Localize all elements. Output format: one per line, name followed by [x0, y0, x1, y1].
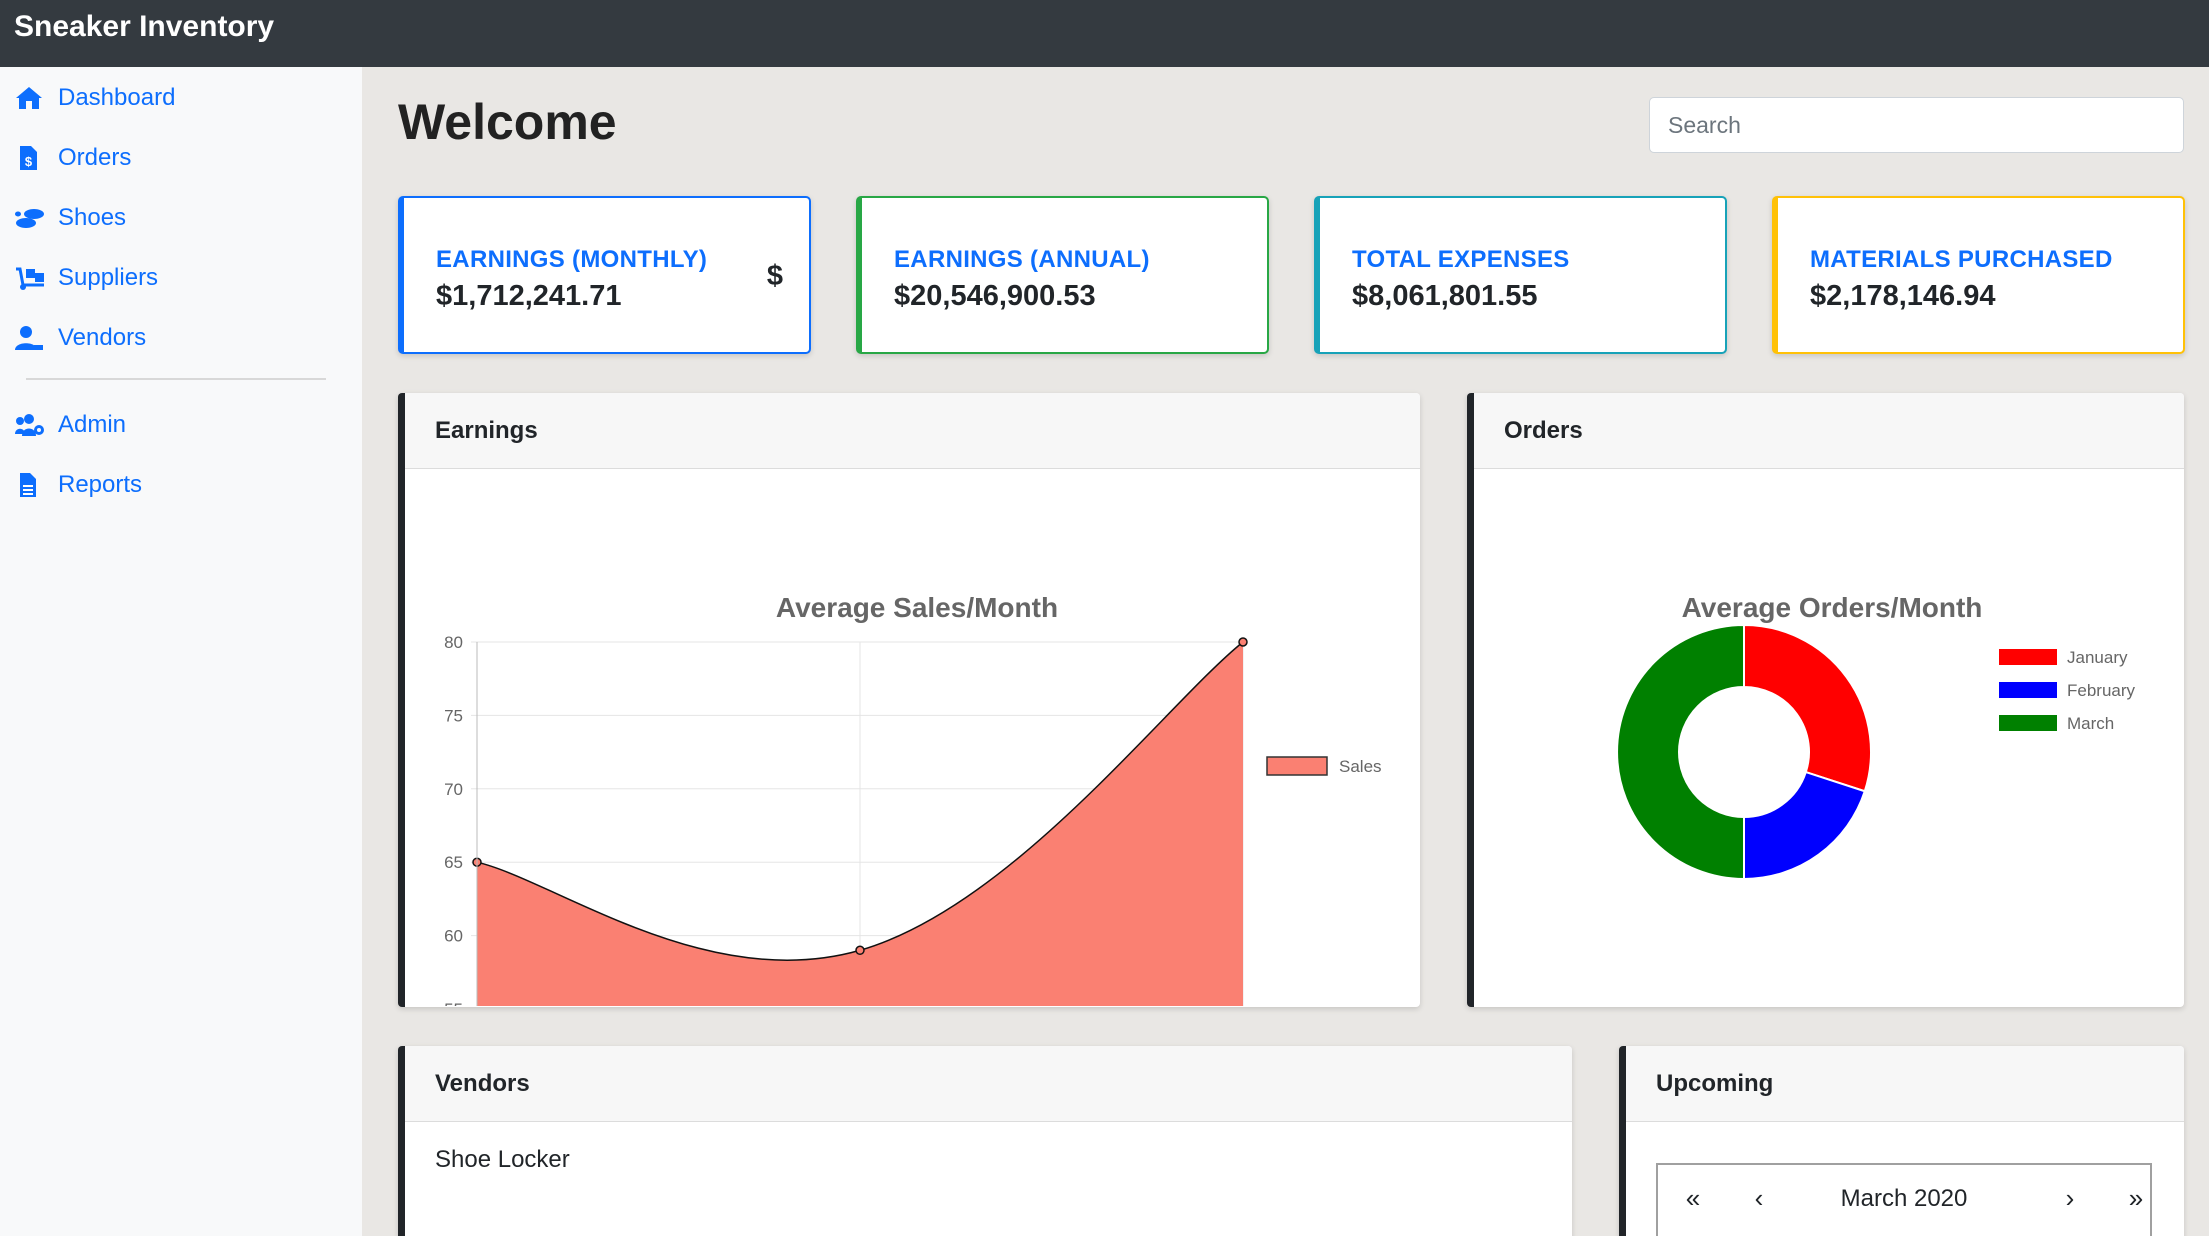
- page-title: Welcome: [398, 94, 617, 150]
- top-navbar: Sneaker Inventory: [0, 0, 2209, 67]
- sidebar-item-label: Dashboard: [58, 84, 176, 111]
- panel-title: Earnings: [435, 416, 538, 444]
- panel-header: Earnings: [405, 393, 1420, 469]
- legend-swatch: [1999, 649, 2057, 665]
- sidebar-item-label: Admin: [58, 411, 127, 438]
- donut-slice: [1743, 770, 1867, 881]
- app-brand[interactable]: Sneaker Inventory: [14, 9, 274, 45]
- shoe-icon: [14, 203, 48, 233]
- donut-slice: [1616, 623, 1745, 881]
- legend-label: February: [2067, 681, 2136, 700]
- stat-label: EARNINGS (MONTHLY): [436, 246, 708, 273]
- y-tick-label: 60: [444, 927, 463, 946]
- y-tick-label: 75: [444, 706, 463, 725]
- y-tick-label: 80: [444, 633, 463, 652]
- stat-card-annual-earnings: EARNINGS (ANNUAL) $20,546,900.53: [856, 196, 1269, 354]
- invoice-icon: $: [14, 143, 48, 173]
- legend-label: Sales: [1339, 757, 1382, 776]
- stat-label: MATERIALS PURCHASED: [1810, 246, 2113, 273]
- stat-card-total-expenses: TOTAL EXPENSES $8,061,801.55: [1314, 196, 1727, 354]
- sidebar-item-orders[interactable]: $ Orders: [14, 136, 131, 180]
- panel-header: Vendors: [405, 1046, 1572, 1122]
- dollar-icon: $: [766, 260, 783, 292]
- vendors-panel: Vendors Shoe Locker: [398, 1046, 1572, 1236]
- sidebar-item-vendors[interactable]: Vendors: [14, 316, 146, 360]
- chart-series: [1616, 623, 1872, 881]
- panel-title: Vendors: [435, 1069, 530, 1097]
- orders-panel: Orders Average Orders/Month January Febru…: [1467, 393, 2184, 1007]
- svg-text:$: $: [25, 154, 33, 169]
- stat-label: EARNINGS (ANNUAL): [894, 246, 1150, 273]
- data-point: [855, 945, 865, 956]
- home-icon: [14, 83, 48, 113]
- chart-title: Average Sales/Month: [776, 592, 1058, 623]
- sidebar-divider: [26, 378, 326, 380]
- panel-title: Upcoming: [1656, 1069, 1774, 1097]
- users-cog-icon: [14, 410, 48, 440]
- panel-header: Upcoming: [1626, 1046, 2184, 1122]
- y-tick-label: 70: [444, 780, 463, 799]
- sidebar-item-reports[interactable]: Reports: [14, 463, 142, 507]
- sidebar-item-label: Reports: [58, 471, 143, 498]
- sales-chart: Average Sales/Month 556065707580JanuaryF…: [444, 592, 1382, 1006]
- legend-label: January: [2067, 648, 2128, 667]
- sidebar-item-suppliers[interactable]: Suppliers: [14, 256, 158, 300]
- data-point: [1238, 637, 1248, 647]
- sidebar-item-admin[interactable]: Admin: [14, 403, 126, 447]
- sidebar-item-dashboard[interactable]: Dashboard: [14, 76, 175, 120]
- next-year-button[interactable]: »: [2121, 1183, 2151, 1214]
- stat-value: $20,546,900.53: [894, 280, 1096, 312]
- stat-value: $2,178,146.94: [1810, 280, 1996, 312]
- vendor-list-item[interactable]: Shoe Locker: [435, 1146, 570, 1174]
- donut-slice: [1743, 623, 1872, 793]
- chart-legend: Sales: [1266, 756, 1382, 776]
- chart-title: Average Orders/Month: [1682, 592, 1983, 623]
- stat-card-materials-purchased: MATERIALS PURCHASED $2,178,146.94: [1772, 196, 2185, 354]
- sidebar-item-label: Vendors: [58, 324, 147, 351]
- user-tie-icon: [14, 323, 48, 353]
- chart-legend: January February March: [1999, 648, 2136, 733]
- sidebar-item-label: Orders: [58, 144, 132, 171]
- stat-value: $1,712,241.71: [436, 280, 622, 312]
- legend-swatch: [1999, 682, 2057, 698]
- sidebar-item-label: Shoes: [58, 204, 127, 231]
- legend-swatch: [1999, 715, 2057, 731]
- legend-swatch: [1266, 756, 1328, 776]
- file-icon: [14, 470, 48, 500]
- panel-title: Orders: [1504, 416, 1583, 444]
- sidebar: Dashboard $ Orders Shoes Suppliers Vendo…: [0, 67, 362, 1236]
- y-tick-label: 55: [444, 1000, 463, 1006]
- dolly-icon: [14, 263, 48, 293]
- stat-value: $8,061,801.55: [1352, 280, 1538, 312]
- earnings-panel: Earnings Average Sales/Month 55 60 65 70 75 8…: [398, 393, 1420, 1007]
- next-month-button[interactable]: ›: [2055, 1183, 2085, 1214]
- stat-card-monthly-earnings: EARNINGS (MONTHLY) $1,712,241.71 $: [398, 196, 811, 354]
- sidebar-item-label: Suppliers: [58, 264, 159, 291]
- panel-header: Orders: [1474, 393, 2184, 469]
- legend-label: March: [2067, 714, 2114, 733]
- calendar: « ‹ March 2020 › »: [1656, 1163, 2152, 1236]
- search-input[interactable]: [1649, 97, 2184, 153]
- y-tick-label: 65: [444, 853, 463, 872]
- sidebar-item-shoes[interactable]: Shoes: [14, 196, 126, 240]
- stat-label: TOTAL EXPENSES: [1352, 246, 1570, 273]
- orders-chart: Average Orders/Month January February Marc…: [1616, 592, 2136, 881]
- upcoming-panel: Upcoming « ‹ March 2020 › »: [1619, 1046, 2184, 1236]
